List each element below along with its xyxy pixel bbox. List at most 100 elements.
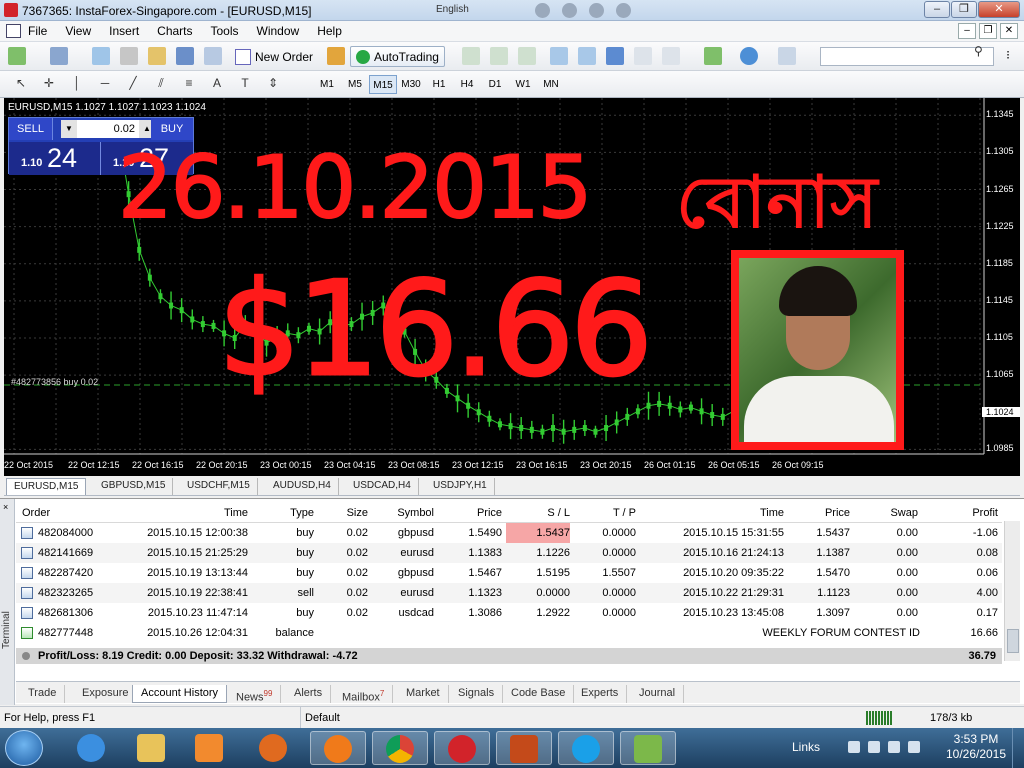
system-clock[interactable]: 3:53 PM 10/26/2015 bbox=[940, 732, 1012, 762]
buy-button[interactable]: BUY bbox=[151, 118, 193, 140]
metaeditor-icon[interactable] bbox=[327, 47, 345, 65]
table-row[interactable]: 482287420 2015.10.19 13:13:44 buy 0.02 gbpus… bbox=[16, 563, 1002, 583]
status-profile[interactable]: Default bbox=[300, 707, 860, 729]
arrows-icon[interactable]: ⇕ bbox=[264, 76, 282, 91]
column-header[interactable]: Profit bbox=[922, 503, 998, 523]
flag-icon[interactable] bbox=[908, 741, 920, 753]
volume-icon[interactable] bbox=[868, 741, 880, 753]
chart-tab-usdchf[interactable]: USDCHF,M15 bbox=[180, 478, 258, 495]
period-m30[interactable]: M30 bbox=[397, 75, 425, 94]
show-desktop-button[interactable] bbox=[1012, 728, 1024, 768]
column-header[interactable]: Swap bbox=[854, 503, 918, 523]
balance-row[interactable]: 482777448 2015.10.26 12:04:31 balance WEEKL… bbox=[16, 623, 1002, 643]
terminal-icon[interactable] bbox=[176, 47, 194, 65]
navigator-icon[interactable] bbox=[148, 47, 166, 65]
tab-exposure[interactable]: Exposure bbox=[74, 685, 138, 703]
trendline-icon[interactable]: ╱ bbox=[124, 76, 142, 91]
chart-shift-icon[interactable] bbox=[662, 47, 680, 65]
scrollbar-thumb[interactable] bbox=[1007, 629, 1019, 653]
candlestick-icon[interactable] bbox=[490, 47, 508, 65]
zoom-in-icon[interactable] bbox=[550, 47, 568, 65]
document-icon[interactable] bbox=[6, 24, 21, 38]
links-toolbar[interactable]: Links bbox=[792, 740, 820, 754]
column-header[interactable]: Size bbox=[318, 503, 368, 523]
cursor-icon[interactable]: ↖ bbox=[12, 76, 30, 91]
column-header[interactable]: S / L bbox=[506, 503, 570, 523]
table-row[interactable]: 482681306 2015.10.23 11:47:14 buy 0.02 usdca… bbox=[16, 603, 1002, 623]
period-w1[interactable]: W1 bbox=[509, 75, 537, 94]
chart-tab-usdjpy[interactable]: USDJPY,H1 bbox=[426, 478, 495, 495]
period-m15[interactable]: M15 bbox=[369, 75, 397, 94]
tile-windows-icon[interactable] bbox=[606, 47, 624, 65]
tab-trade[interactable]: Trade bbox=[20, 685, 66, 703]
tray-expand-icon[interactable] bbox=[848, 741, 860, 753]
table-row[interactable]: 482323265 2015.10.19 22:38:41 sell 0.02 euru… bbox=[16, 583, 1002, 603]
taskbar-explorer[interactable] bbox=[124, 731, 180, 765]
period-h1[interactable]: H1 bbox=[425, 75, 453, 94]
autotrading-button[interactable]: AutoTrading bbox=[350, 46, 445, 67]
fibonacci-icon[interactable]: ≡ bbox=[180, 76, 198, 91]
tab-code-base[interactable]: Code Base bbox=[503, 685, 575, 703]
mdi-close-button[interactable]: ✕ bbox=[1000, 23, 1018, 39]
periods-icon[interactable] bbox=[740, 47, 758, 65]
period-m5[interactable]: M5 bbox=[341, 75, 369, 94]
label-icon[interactable]: T bbox=[236, 76, 254, 91]
templates-icon[interactable] bbox=[778, 47, 796, 65]
volume-down-icon[interactable]: ▼ bbox=[61, 120, 77, 138]
channel-icon[interactable]: ⫽ bbox=[152, 76, 170, 91]
help-icon[interactable] bbox=[589, 3, 604, 18]
new-chart-icon[interactable] bbox=[8, 47, 26, 65]
taskbar-media[interactable] bbox=[182, 731, 238, 765]
tab-signals[interactable]: Signals bbox=[450, 685, 504, 703]
menu-insert[interactable]: Insert bbox=[109, 24, 139, 38]
crosshair-icon[interactable]: ✛ bbox=[40, 76, 58, 91]
chart-tab-audusd[interactable]: AUDUSD,H4 bbox=[266, 478, 339, 495]
maximize-button[interactable]: ❐ bbox=[951, 1, 977, 18]
taskbar-paint[interactable] bbox=[620, 731, 676, 765]
menu-charts[interactable]: Charts bbox=[157, 24, 192, 38]
network-icon[interactable] bbox=[888, 741, 900, 753]
data-window-icon[interactable] bbox=[120, 47, 138, 65]
mdi-restore-button[interactable]: ❐ bbox=[979, 23, 997, 39]
terminal-close-icon[interactable]: × bbox=[3, 502, 8, 512]
tester-icon[interactable] bbox=[204, 47, 222, 65]
menu-help[interactable]: Help bbox=[317, 24, 342, 38]
tab-mailbox[interactable]: Mailbox7 bbox=[334, 685, 394, 704]
market-watch-icon[interactable] bbox=[92, 47, 110, 65]
bar-chart-icon[interactable] bbox=[462, 47, 480, 65]
new-order-button[interactable]: New Order bbox=[235, 46, 313, 67]
horizontal-line-icon[interactable]: ─ bbox=[96, 76, 114, 91]
column-header[interactable]: T / P bbox=[574, 503, 636, 523]
ie-icon[interactable] bbox=[562, 3, 577, 18]
menu-view[interactable]: View bbox=[65, 24, 91, 38]
history-scrollbar[interactable] bbox=[1004, 521, 1020, 661]
autoscroll-icon[interactable] bbox=[634, 47, 652, 65]
text-icon[interactable]: A bbox=[208, 76, 226, 91]
table-row[interactable]: 482141669 2015.10.15 21:25:29 buy 0.02 eurus… bbox=[16, 543, 1002, 563]
close-button[interactable]: ✕ bbox=[978, 1, 1020, 18]
chart-tab-gbpusd[interactable]: GBPUSD,M15 bbox=[94, 478, 174, 495]
tab-account-history[interactable]: Account History bbox=[132, 685, 228, 703]
minimize-button[interactable]: – bbox=[924, 1, 950, 18]
column-header[interactable]: Time bbox=[640, 503, 784, 523]
taskbar-ie[interactable] bbox=[64, 731, 120, 765]
taskbar-chrome[interactable] bbox=[372, 731, 428, 765]
period-d1[interactable]: D1 bbox=[481, 75, 509, 94]
language-indicator[interactable]: English bbox=[436, 4, 469, 15]
gear-icon[interactable] bbox=[535, 3, 550, 18]
chart-tab-usdcad[interactable]: USDCAD,H4 bbox=[346, 478, 419, 495]
taskbar-avro[interactable] bbox=[496, 731, 552, 765]
column-header[interactable]: Price bbox=[438, 503, 502, 523]
zoom-out-icon[interactable] bbox=[578, 47, 596, 65]
menu-file[interactable]: File bbox=[28, 24, 47, 38]
tab-alerts[interactable]: Alerts bbox=[286, 685, 332, 703]
tab-market[interactable]: Market bbox=[398, 685, 449, 703]
sell-button[interactable]: SELL bbox=[9, 118, 53, 140]
search-icon[interactable]: ⚲ bbox=[974, 44, 983, 58]
taskbar-firefox[interactable] bbox=[310, 731, 366, 765]
tab-news[interactable]: News99 bbox=[228, 685, 282, 704]
search-input[interactable] bbox=[820, 47, 994, 66]
period-h4[interactable]: H4 bbox=[453, 75, 481, 94]
column-header[interactable]: Time bbox=[116, 503, 248, 523]
menu-window[interactable]: Window bbox=[257, 24, 300, 38]
